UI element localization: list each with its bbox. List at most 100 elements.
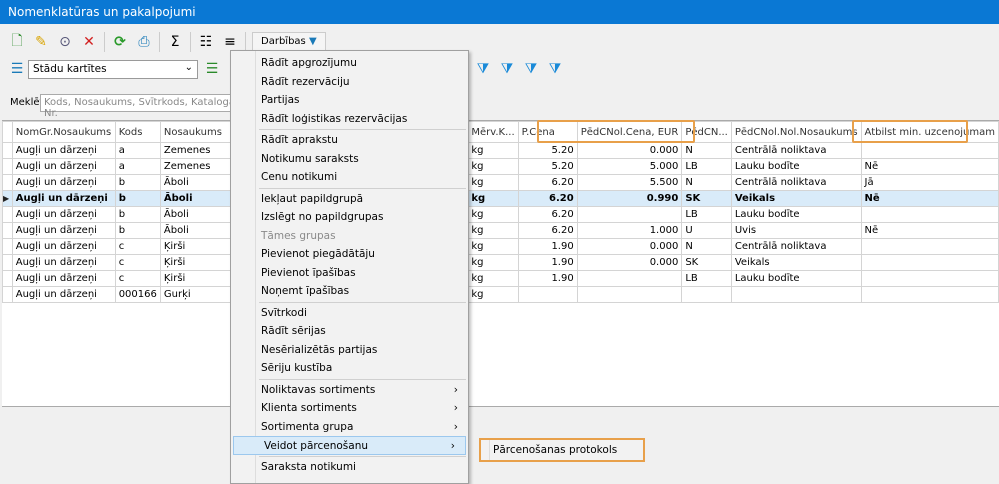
menu-item[interactable]: Partijas (231, 91, 468, 110)
row-header[interactable] (2, 254, 13, 271)
table-cell[interactable]: 0.000 (576, 238, 683, 255)
table-cell[interactable]: Centrālā noliktava (730, 174, 862, 191)
table-cell[interactable]: 5.000 (576, 158, 683, 175)
table-cell[interactable]: Augļi un dārzeņi (11, 238, 116, 255)
search-input[interactable]: Kods, Nosaukums, Svītrkods, Kataloga Nr. (40, 94, 240, 119)
table-cell[interactable] (860, 254, 999, 271)
table-cell[interactable] (517, 286, 578, 303)
menu-item[interactable]: Rādīt apgrozījumu (231, 54, 468, 73)
table-cell[interactable]: 000166 (114, 286, 161, 303)
table-cell[interactable]: 5.20 (517, 142, 578, 159)
table-cell[interactable]: LB (681, 158, 732, 175)
edit-icon[interactable]: ✎ (32, 33, 50, 51)
table-row[interactable]: Augļi un dārzeņi 000166 Gurķi kg (2, 286, 999, 303)
menu-item[interactable]: Notikumu saraksts (231, 150, 468, 169)
column-header[interactable]: PēdCNol.Cena, EUR (576, 121, 683, 143)
column-header[interactable]: Mērv.K... (467, 121, 519, 143)
table-cell[interactable]: b (114, 190, 161, 207)
table-cell[interactable]: 1.90 (517, 238, 578, 255)
filter-icon[interactable]: ⧩ (474, 60, 492, 78)
table-cell[interactable]: N (681, 238, 732, 255)
table-cell[interactable]: 1.000 (576, 222, 683, 239)
table-row[interactable]: Augļi un dārzeņi b Āboli kg 6.20 1.000 U Uvis Nē (2, 222, 999, 239)
menu-item[interactable]: Rādīt aprakstu (231, 131, 468, 150)
delete-icon[interactable]: ✕ (80, 33, 98, 51)
filter-warning-icon[interactable]: ⧩ (546, 60, 564, 78)
table-cell[interactable]: Nē (860, 222, 999, 239)
table-cell[interactable]: kg (467, 158, 519, 175)
menu-item[interactable]: Noņemt īpašības (231, 282, 468, 301)
sum-icon[interactable]: Σ (166, 33, 184, 51)
table-cell[interactable]: SK (681, 254, 732, 271)
table-cell[interactable]: b (114, 206, 161, 223)
table-cell[interactable]: 1.90 (517, 270, 578, 287)
table-cell[interactable]: Centrālā noliktava (730, 238, 862, 255)
menu-item[interactable]: Nesērializētās partijas (231, 341, 468, 360)
table-row[interactable]: ▶ Augļi un dārzeņi b Āboli kg 6.20 0.990 SK Veik… (2, 190, 999, 207)
table-cell[interactable]: Jā (860, 174, 999, 191)
menu-item[interactable]: Rādīt loģistikas rezervācijas (231, 110, 468, 129)
table-cell[interactable]: kg (467, 270, 519, 287)
table-cell[interactable]: 6.20 (517, 190, 578, 207)
table-cell[interactable]: kg (467, 206, 519, 223)
filter-edit-icon[interactable]: ⧩ (498, 60, 516, 78)
table-cell[interactable]: b (114, 222, 161, 239)
table-cell[interactable]: c (114, 238, 161, 255)
table-cell[interactable]: a (114, 142, 161, 159)
columns-icon[interactable]: ☷ (197, 33, 215, 51)
table-cell[interactable]: Veikals (730, 254, 862, 271)
table-cell[interactable]: Augļi un dārzeņi (11, 174, 116, 191)
table-cell[interactable] (576, 270, 683, 287)
view-icon[interactable]: ⊙ (56, 33, 74, 51)
table-cell[interactable]: 0.990 (576, 190, 683, 207)
menu-item[interactable]: Cenu notikumi (231, 168, 468, 187)
table-cell[interactable]: U (681, 222, 732, 239)
table-row[interactable]: Augļi un dārzeņi c Ķirši kg 1.90 0.000 SK Veika… (2, 254, 999, 271)
table-cell[interactable]: kg (467, 174, 519, 191)
column-header[interactable]: P.Cena (517, 121, 578, 143)
table-cell[interactable] (576, 286, 683, 303)
table-cell[interactable]: Augļi un dārzeņi (11, 254, 116, 271)
menu-item[interactable]: Noliktavas sortiments › (231, 381, 468, 400)
table-cell[interactable]: kg (467, 222, 519, 239)
table-cell[interactable]: kg (467, 142, 519, 159)
table-row[interactable]: Augļi un dārzeņi a Zemenes kg 5.20 5.000 LB Lau… (2, 158, 999, 175)
actions-dropdown-button[interactable]: Darbības ▼ (252, 32, 326, 52)
table-row[interactable]: Augļi un dārzeņi a Zemenes kg 5.20 0.000 N Cent… (2, 142, 999, 159)
menu-item[interactable]: Svītrkodi (231, 304, 468, 323)
repricing-submenu[interactable]: Pārcenošanas protokols (479, 438, 645, 462)
column-header[interactable]: Kods (114, 121, 161, 143)
table-cell[interactable] (576, 206, 683, 223)
table-row[interactable]: Augļi un dārzeņi b Āboli kg 6.20 LB Lauku bodī… (2, 206, 999, 223)
row-header[interactable]: ▶ (2, 190, 13, 207)
table-cell[interactable]: Augļi un dārzeņi (11, 142, 116, 159)
row-header[interactable] (2, 142, 13, 159)
table-cell[interactable]: a (114, 158, 161, 175)
table-cell[interactable]: LB (681, 206, 732, 223)
new-icon[interactable]: 🗋 (8, 33, 26, 51)
filter-user-icon[interactable]: ⧩ (522, 60, 540, 78)
table-cell[interactable]: N (681, 174, 732, 191)
menu-item[interactable]: Sēriju kustība (231, 359, 468, 378)
table-cell[interactable] (860, 142, 999, 159)
row-header[interactable] (2, 206, 13, 223)
table-cell[interactable]: 6.20 (517, 174, 578, 191)
menu-item-repricing-protocol[interactable]: Pārcenošanas protokols (493, 444, 617, 456)
menu-item[interactable]: Pievienot īpašības (231, 264, 468, 283)
table-cell[interactable]: Lauku bodīte (730, 158, 862, 175)
table-row[interactable]: Augļi un dārzeņi c Ķirši kg 1.90 0.000 N Centrā… (2, 238, 999, 255)
table-cell[interactable]: Augļi un dārzeņi (11, 270, 116, 287)
row-header[interactable] (2, 238, 13, 255)
print-icon[interactable]: ⎙ (135, 33, 153, 51)
menu-item[interactable]: Veidot pārcenošanu › (233, 436, 466, 455)
table-cell[interactable] (730, 286, 862, 303)
row-header[interactable] (2, 222, 13, 239)
column-header[interactable]: NomGr.Nosaukums (11, 121, 116, 143)
view-select[interactable]: Stādu kartītes ⌄ (28, 60, 198, 79)
table-cell[interactable] (860, 238, 999, 255)
menu-item[interactable]: Pievienot piegādātāju (231, 245, 468, 264)
row-header[interactable] (2, 174, 13, 191)
table-row[interactable]: Augļi un dārzeņi b Āboli kg 6.20 5.500 N Centrā… (2, 174, 999, 191)
table-cell[interactable]: kg (467, 190, 519, 207)
table-cell[interactable]: SK (681, 190, 732, 207)
